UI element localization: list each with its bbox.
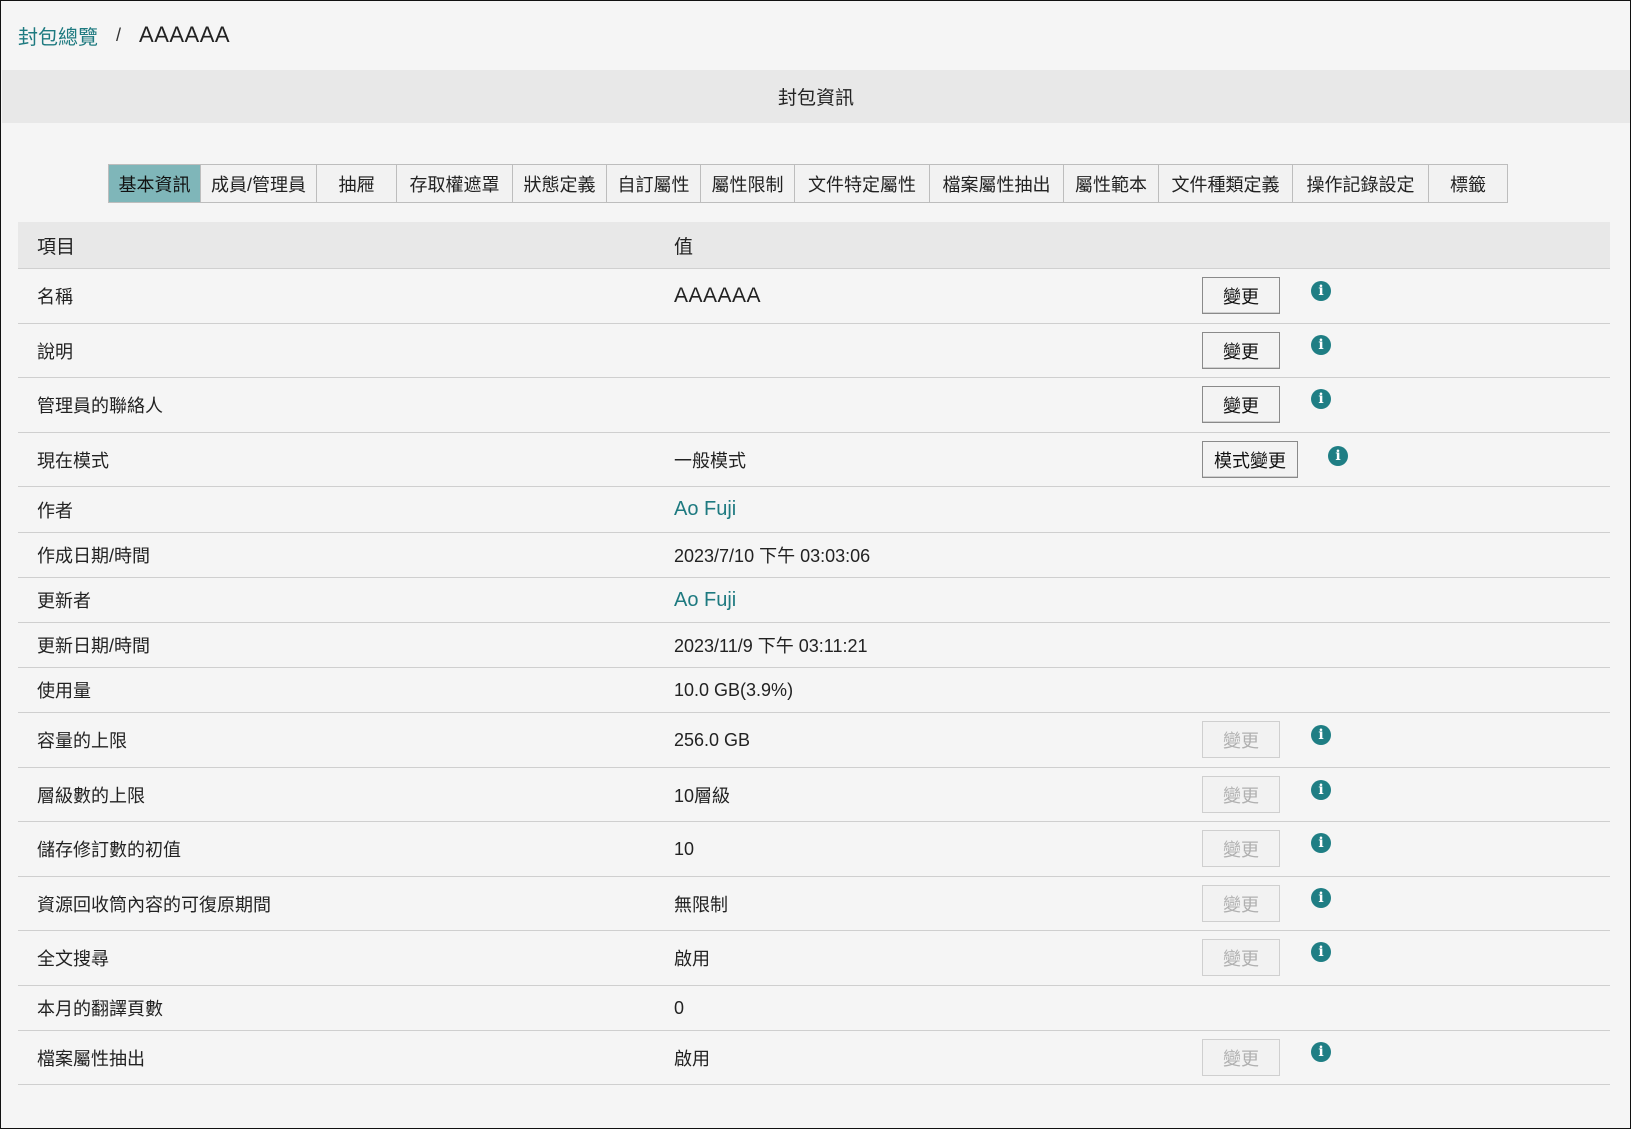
change-mode-button[interactable]: 模式變更: [1202, 441, 1298, 478]
table-row: 作成日期/時間 2023/7/10 下午 03:03:06: [18, 533, 1610, 578]
info-icon[interactable]: i: [1311, 335, 1331, 355]
info-icon[interactable]: i: [1311, 888, 1331, 908]
tab-basic-info[interactable]: 基本資訊: [109, 165, 201, 202]
row-item: 檔案屬性抽出: [37, 1048, 145, 1069]
tab-operation-log-settings[interactable]: 操作記錄設定: [1293, 165, 1429, 202]
breadcrumb: 封包總覽 / AAAAAA: [18, 21, 230, 49]
row-value: 10.0 GB(3.9%): [674, 679, 794, 700]
info-icon[interactable]: i: [1311, 942, 1331, 962]
table-row: 本月的翻譯頁數 0: [18, 986, 1610, 1031]
row-value: 一般模式: [674, 450, 746, 471]
row-item: 作者: [37, 500, 73, 521]
tab-document-specific-attributes[interactable]: 文件特定屬性: [795, 165, 930, 202]
tab-custom-attributes[interactable]: 自訂屬性: [607, 165, 701, 202]
row-item: 作成日期/時間: [37, 546, 151, 566]
tab-attribute-templates[interactable]: 屬性範本: [1064, 165, 1159, 202]
info-table: 項目 值 名稱 AAAAAA 變更 i 說明 變更 i 管理員的聯絡人 變更 i…: [18, 222, 1610, 1085]
table-row: 現在模式 一般模式 模式變更 i: [18, 433, 1610, 487]
tab-file-attribute-extraction[interactable]: 檔案屬性抽出: [930, 165, 1064, 202]
tab-access-mask[interactable]: 存取權遮罩: [397, 165, 513, 202]
tab-bar: 基本資訊 成員/管理員 抽屜 存取權遮罩 狀態定義 自訂屬性 屬性限制 文件特定…: [108, 164, 1508, 203]
updater-link[interactable]: Ao Fuji: [674, 589, 736, 612]
page-frame: 封包總覽 / AAAAAA 封包資訊 基本資訊 成員/管理員 抽屜 存取權遮罩 …: [0, 0, 1631, 1129]
table-row: 名稱 AAAAAA 變更 i: [18, 269, 1610, 324]
row-item: 說明: [37, 341, 73, 362]
info-icon[interactable]: i: [1311, 725, 1331, 745]
info-icon[interactable]: i: [1311, 389, 1331, 409]
row-value: 10層級: [674, 785, 731, 806]
row-value: 2023/11/9 下午 03:11:21: [674, 636, 868, 656]
row-item: 更新日期/時間: [37, 636, 151, 656]
row-value: 256.0 GB: [674, 729, 751, 750]
row-item: 資源回收筒內容的可復原期間: [37, 894, 271, 915]
row-item: 更新者: [37, 591, 91, 611]
tab-tags[interactable]: 標籤: [1429, 165, 1507, 202]
author-link[interactable]: Ao Fuji: [674, 498, 736, 521]
header-value: 值: [674, 236, 694, 258]
change-revision-count-button[interactable]: 變更: [1202, 830, 1280, 867]
row-item: 全文搜尋: [37, 949, 109, 969]
section-title: 封包資訊: [2, 70, 1630, 123]
table-row: 儲存修訂數的初值 10 變更 i: [18, 822, 1610, 877]
tab-document-type-definition[interactable]: 文件種類定義: [1159, 165, 1293, 202]
change-capacity-limit-button[interactable]: 變更: [1202, 721, 1280, 758]
row-value: 2023/7/10 下午 03:03:06: [674, 546, 871, 566]
change-name-button[interactable]: 變更: [1202, 277, 1280, 314]
breadcrumb-separator: /: [116, 24, 122, 45]
row-value: 10: [674, 838, 695, 859]
change-recycle-period-button[interactable]: 變更: [1202, 885, 1280, 922]
change-description-button[interactable]: 變更: [1202, 332, 1280, 369]
row-value: 啟用: [674, 949, 710, 969]
row-value: 無限制: [674, 894, 728, 915]
table-row: 更新者 Ao Fuji: [18, 578, 1610, 623]
tab-members-admins[interactable]: 成員/管理員: [201, 165, 317, 202]
change-admin-contact-button[interactable]: 變更: [1202, 386, 1280, 423]
row-item: 現在模式: [37, 450, 109, 471]
info-icon[interactable]: i: [1328, 446, 1348, 466]
tab-status-definition[interactable]: 狀態定義: [513, 165, 607, 202]
info-icon[interactable]: i: [1311, 833, 1331, 853]
table-row: 層級數的上限 10層級 變更 i: [18, 768, 1610, 822]
row-item: 名稱: [37, 287, 73, 307]
table-row: 使用量 10.0 GB(3.9%): [18, 668, 1610, 713]
row-item: 容量的上限: [37, 731, 127, 751]
row-value: 0: [674, 997, 685, 1018]
breadcrumb-link-package-overview[interactable]: 封包總覽: [18, 21, 98, 50]
table-row: 全文搜尋 啟用 變更 i: [18, 931, 1610, 986]
table-row: 容量的上限 256.0 GB 變更 i: [18, 713, 1610, 768]
info-icon[interactable]: i: [1311, 780, 1331, 800]
row-item: 儲存修訂數的初值: [37, 840, 181, 860]
breadcrumb-current: AAAAAA: [139, 22, 231, 47]
table-header: 項目 值: [18, 222, 1610, 269]
row-item: 層級數的上限: [37, 785, 145, 806]
change-level-limit-button[interactable]: 變更: [1202, 776, 1280, 813]
info-icon[interactable]: i: [1311, 1042, 1331, 1062]
table-row: 管理員的聯絡人 變更 i: [18, 378, 1610, 433]
tab-attribute-restrictions[interactable]: 屬性限制: [701, 165, 795, 202]
tab-drawer[interactable]: 抽屜: [317, 165, 397, 202]
table-row: 檔案屬性抽出 啟用 變更 i: [18, 1031, 1610, 1085]
change-full-text-search-button[interactable]: 變更: [1202, 939, 1280, 976]
row-item: 使用量: [37, 681, 91, 701]
row-item: 本月的翻譯頁數: [37, 999, 163, 1019]
row-value: 啟用: [674, 1048, 710, 1069]
change-file-attribute-extraction-button[interactable]: 變更: [1202, 1039, 1280, 1076]
table-row: 資源回收筒內容的可復原期間 無限制 變更 i: [18, 877, 1610, 931]
row-item: 管理員的聯絡人: [37, 396, 163, 416]
table-row: 作者 Ao Fuji: [18, 487, 1610, 533]
table-row: 更新日期/時間 2023/11/9 下午 03:11:21: [18, 623, 1610, 668]
header-item: 項目: [37, 236, 76, 258]
table-row: 說明 變更 i: [18, 324, 1610, 378]
info-icon[interactable]: i: [1311, 281, 1331, 301]
row-value: AAAAAA: [674, 284, 762, 307]
